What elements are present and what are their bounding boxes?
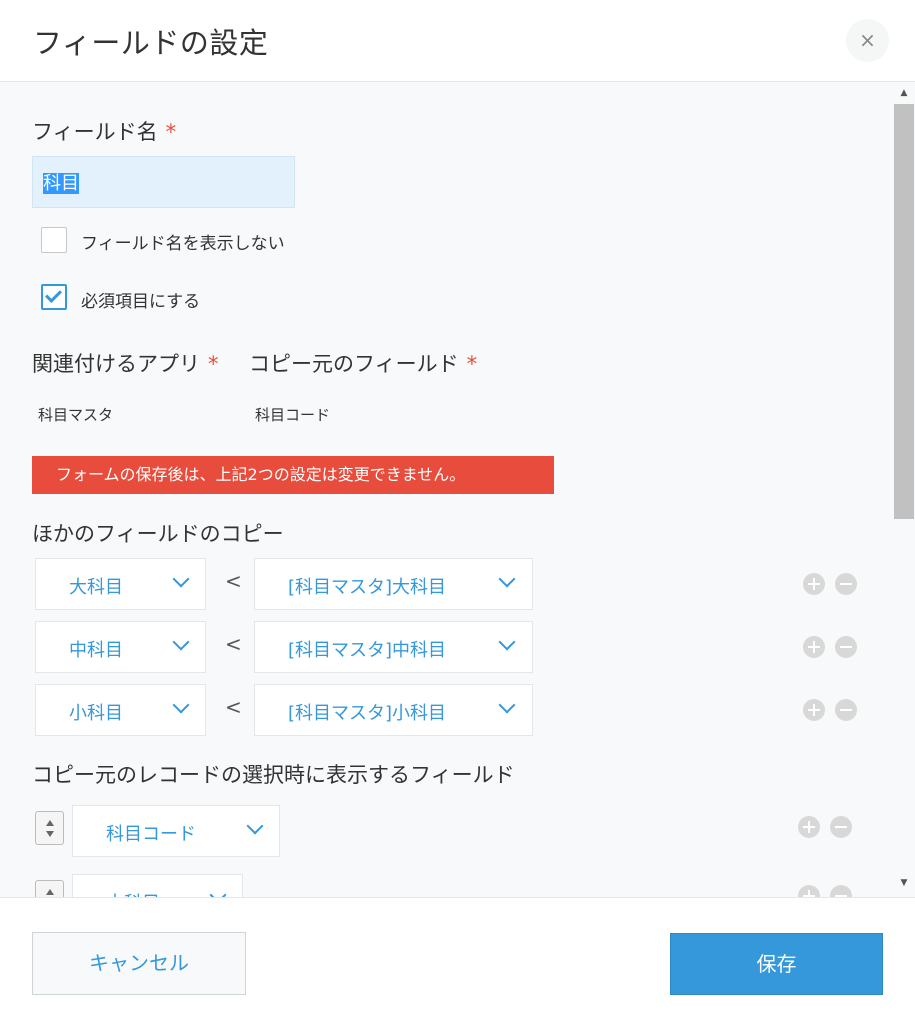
chevron-down-icon <box>172 633 190 651</box>
settings-body[interactable]: フィールド名 * 科目 フィールド名を表示しない 必須項目にする 関連付けるアプリ… <box>0 82 915 897</box>
sort-handle-icon[interactable] <box>35 811 64 845</box>
scroll-down-icon[interactable]: ▼ <box>896 876 912 890</box>
display-fields-label: コピー元のレコードの選択時に表示するフィールド <box>32 763 515 787</box>
field-name-value: 科目 <box>43 173 79 194</box>
hide-name-checkbox[interactable] <box>41 227 67 253</box>
copy-fields-label: ほかのフィールドのコピー <box>32 522 284 546</box>
copy-arrow-icon: < <box>225 569 242 593</box>
field-name-label: フィールド名 * <box>32 120 177 144</box>
cancel-button[interactable]: キャンセル <box>32 932 246 995</box>
copy-source-dropdown[interactable]: [科目マスタ]小科目 <box>254 684 533 736</box>
copy-source-dropdown[interactable]: [科目マスタ]大科目 <box>254 558 533 610</box>
remove-row-icon[interactable] <box>830 816 852 838</box>
required-mark: * <box>165 120 177 144</box>
copy-target-dropdown[interactable]: 小科目 <box>35 684 206 736</box>
copy-arrow-icon: < <box>225 695 242 719</box>
dialog-title: フィールドの設定 <box>33 26 269 60</box>
chevron-down-icon <box>498 570 516 588</box>
display-field-dropdown[interactable]: 大科目 <box>72 874 243 897</box>
chevron-down-icon <box>498 696 516 714</box>
source-field-label: コピー元のフィールド * <box>249 352 478 376</box>
checkmark-icon <box>45 286 62 303</box>
scroll-up-icon[interactable]: ▲ <box>896 86 912 100</box>
required-label: 必須項目にする <box>81 292 201 312</box>
remove-row-icon[interactable] <box>835 573 857 595</box>
dialog-footer: キャンセル 保存 <box>0 897 915 1024</box>
required-mark: * <box>208 352 219 376</box>
hide-name-label: フィールド名を表示しない <box>81 234 285 254</box>
remove-row-icon[interactable] <box>830 885 852 897</box>
copy-target-dropdown[interactable]: 中科目 <box>35 621 206 673</box>
sort-handle-icon[interactable] <box>35 880 64 897</box>
warning-banner: フォームの保存後は、上記2つの設定は変更できません。 <box>32 456 554 494</box>
chevron-down-icon <box>172 696 190 714</box>
chevron-down-icon <box>498 633 516 651</box>
add-row-icon[interactable] <box>803 573 825 595</box>
add-row-icon[interactable] <box>798 816 820 838</box>
related-app-label: 関連付けるアプリ * <box>32 352 219 376</box>
chevron-down-icon <box>209 886 227 897</box>
field-name-input[interactable]: 科目 <box>32 156 295 208</box>
save-button[interactable]: 保存 <box>670 933 883 995</box>
dialog-header: フィールドの設定 × <box>0 0 915 82</box>
remove-row-icon[interactable] <box>835 636 857 658</box>
display-field-dropdown[interactable]: 科目コード <box>72 805 280 857</box>
required-checkbox[interactable] <box>41 284 67 310</box>
copy-arrow-icon: < <box>225 632 242 656</box>
related-app-value: 科目マスタ <box>38 406 114 424</box>
chevron-down-icon <box>246 817 264 835</box>
chevron-down-icon <box>172 570 190 588</box>
add-row-icon[interactable] <box>803 636 825 658</box>
add-row-icon[interactable] <box>803 699 825 721</box>
source-field-value: 科目コード <box>255 406 331 424</box>
add-row-icon[interactable] <box>798 885 820 897</box>
remove-row-icon[interactable] <box>835 699 857 721</box>
scrollbar-thumb[interactable] <box>894 104 914 519</box>
copy-target-dropdown[interactable]: 大科目 <box>35 558 206 610</box>
copy-source-dropdown[interactable]: [科目マスタ]中科目 <box>254 621 533 673</box>
close-button[interactable]: × <box>846 19 889 62</box>
required-mark: * <box>466 352 478 376</box>
